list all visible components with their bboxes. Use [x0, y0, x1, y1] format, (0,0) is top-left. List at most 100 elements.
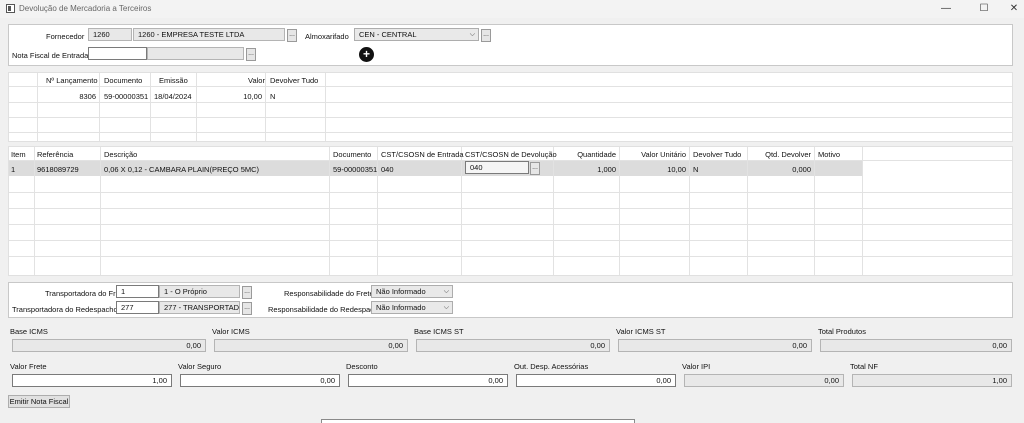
item-cell-item[interactable]: 1	[11, 165, 15, 174]
almoxarifado-select[interactable]: CEN - CENTRAL ⌵	[354, 28, 479, 41]
col-header-lancamento[interactable]: Nº Lançamento	[46, 76, 98, 85]
grid-divider	[9, 132, 1012, 133]
base-icms-st-field: 0,00	[416, 339, 610, 352]
item-cell-documento[interactable]: 59-00000351	[333, 165, 377, 174]
transp-frete-code-field[interactable]: 1	[116, 285, 159, 298]
col-header-valor-unitario[interactable]: Valor Unitário	[620, 150, 686, 159]
item-cell-valor-unitario[interactable]: 10,00	[620, 165, 686, 174]
transp-redespacho-code-field[interactable]: 277	[116, 301, 159, 314]
transp-frete-label: Transportadora do Frete	[45, 289, 127, 298]
almoxarifado-search-button[interactable]: ...	[481, 29, 491, 42]
grid-divider	[9, 240, 1012, 241]
grid-divider	[9, 224, 1012, 225]
nf-entrada-desc-field	[147, 47, 244, 60]
total-nf-label: Total NF	[850, 362, 878, 371]
grid-divider	[325, 73, 326, 141]
cst-devolucao-field[interactable]: 040	[465, 161, 529, 174]
grid-divider	[9, 102, 1012, 103]
resp-redespacho-label: Responsabilidade do Redespacho	[268, 305, 383, 314]
col-header-cst-entrada[interactable]: CST/CSOSN de Entrada	[381, 150, 464, 159]
col-header-motivo[interactable]: Motivo	[818, 150, 840, 159]
grid-divider	[196, 73, 197, 141]
grid-divider	[37, 73, 38, 141]
transp-frete-search-button[interactable]: ...	[242, 286, 252, 299]
nf-entrada-label: Nota Fiscal de Entrada	[12, 51, 89, 60]
valor-icms-st-label: Valor ICMS ST	[616, 327, 666, 336]
col-header-documento[interactable]: Documento	[333, 150, 371, 159]
resp-frete-select[interactable]: Não Informado ⌵	[371, 285, 453, 298]
minimize-button[interactable]: —	[938, 2, 954, 16]
nf-entrada-search-button[interactable]: ...	[246, 48, 256, 61]
col-header-cst-devolucao[interactable]: CST/CSOSN de Devolução	[465, 150, 557, 159]
valor-frete-field[interactable]: 1,00	[12, 374, 172, 387]
transp-redespacho-name-field: 277 - TRANSPORTADOR	[159, 301, 240, 314]
grid-divider	[9, 117, 1012, 118]
fornecedor-label: Fornecedor	[46, 32, 85, 41]
item-cell-devolver-tudo[interactable]: N	[693, 165, 698, 174]
transp-redespacho-label: Transportadora do Redespacho	[12, 305, 118, 314]
transp-frete-name-field: 1 - O Próprio	[159, 285, 240, 298]
out-desp-field[interactable]: 0,00	[516, 374, 676, 387]
chevron-down-icon: ⌵	[443, 304, 449, 311]
col-header-descricao[interactable]: Descrição	[104, 150, 137, 159]
col-header-devolver-tudo[interactable]: Devolver Tudo	[693, 150, 741, 159]
item-cell-cst-entrada[interactable]: 040	[381, 165, 394, 174]
grid-divider	[9, 208, 1012, 209]
col-header-qtd-devolver[interactable]: Qtd. Devolver	[750, 150, 811, 159]
resp-frete-value: Não Informado	[376, 287, 426, 296]
col-header-referencia[interactable]: Referência	[37, 150, 73, 159]
valor-seguro-field[interactable]: 0,00	[180, 374, 340, 387]
valor-ipi-label: Valor IPI	[682, 362, 711, 371]
col-header-item[interactable]: Item	[11, 150, 26, 159]
nf-cell-devolver[interactable]: N	[270, 92, 275, 101]
nf-entrada-field[interactable]	[88, 47, 147, 60]
grid-divider	[150, 73, 151, 141]
total-produtos-label: Total Produtos	[818, 327, 866, 336]
item-cell-referencia[interactable]: 9618089729	[37, 165, 79, 174]
grid-divider	[9, 256, 1012, 257]
grid-divider	[99, 73, 100, 141]
item-cell-qtd-devolver[interactable]: 0,000	[750, 165, 811, 174]
nf-cell-emissao[interactable]: 18/04/2024	[154, 92, 192, 101]
nf-cell-valor[interactable]: 10,00	[222, 92, 262, 101]
grid-divider	[265, 73, 266, 141]
add-icon[interactable]: +	[359, 47, 374, 62]
resp-redespacho-select[interactable]: Não Informado ⌵	[371, 301, 453, 314]
maximize-button[interactable]: ☐	[976, 2, 992, 16]
resp-redespacho-value: Não Informado	[376, 303, 426, 312]
valor-icms-label: Valor ICMS	[212, 327, 250, 336]
close-button[interactable]: ✕	[1006, 2, 1022, 16]
fornecedor-name-field: 1260 - EMPRESA TESTE LTDA	[133, 28, 285, 41]
valor-ipi-field: 0,00	[684, 374, 844, 387]
almoxarifado-value: CEN - CENTRAL	[359, 30, 417, 39]
col-header-documento[interactable]: Documento	[104, 76, 142, 85]
cst-devolucao-search-button[interactable]: ...	[530, 162, 540, 175]
col-header-devolver-tudo[interactable]: Devolver Tudo	[270, 76, 318, 85]
chevron-down-icon: ⌵	[469, 31, 475, 38]
nf-cell-documento[interactable]: 59-00000351	[104, 92, 148, 101]
emitir-nota-fiscal-button[interactable]: Emitir Nota Fiscal	[8, 395, 70, 408]
transp-redespacho-search-button[interactable]: ...	[242, 302, 252, 315]
nf-cell-lancamento[interactable]: 8306	[60, 92, 96, 101]
valor-seguro-label: Valor Seguro	[178, 362, 222, 371]
base-icms-st-label: Base ICMS ST	[414, 327, 464, 336]
valor-icms-field: 0,00	[214, 339, 408, 352]
desconto-field[interactable]: 0,00	[348, 374, 508, 387]
base-icms-field: 0,00	[12, 339, 206, 352]
chevron-down-icon: ⌵	[443, 288, 449, 295]
item-cell-descricao[interactable]: 0,06 X 0,12 - CAMBARA PLAIN(PREÇO 5MC)	[104, 165, 259, 174]
valor-frete-label: Valor Frete	[10, 362, 47, 371]
col-header-quantidade[interactable]: Quantidade	[556, 150, 616, 159]
valor-icms-st-field: 0,00	[618, 339, 812, 352]
fornecedor-code-field[interactable]: 1260	[88, 28, 132, 41]
resp-frete-label: Responsabilidade do Frete	[284, 289, 374, 298]
out-desp-label: Out. Desp. Acessórias	[514, 362, 589, 371]
window-title: Devolução de Mercadoria a Terceiros	[19, 4, 152, 13]
base-icms-label: Base ICMS	[10, 327, 48, 336]
col-header-emissao[interactable]: Emissão	[159, 76, 188, 85]
item-cell-quantidade[interactable]: 1,000	[556, 165, 616, 174]
col-header-valor[interactable]: Valor	[248, 76, 265, 85]
grid-divider	[9, 192, 1012, 193]
popup-window	[321, 419, 635, 423]
fornecedor-search-button[interactable]: ...	[287, 29, 297, 42]
